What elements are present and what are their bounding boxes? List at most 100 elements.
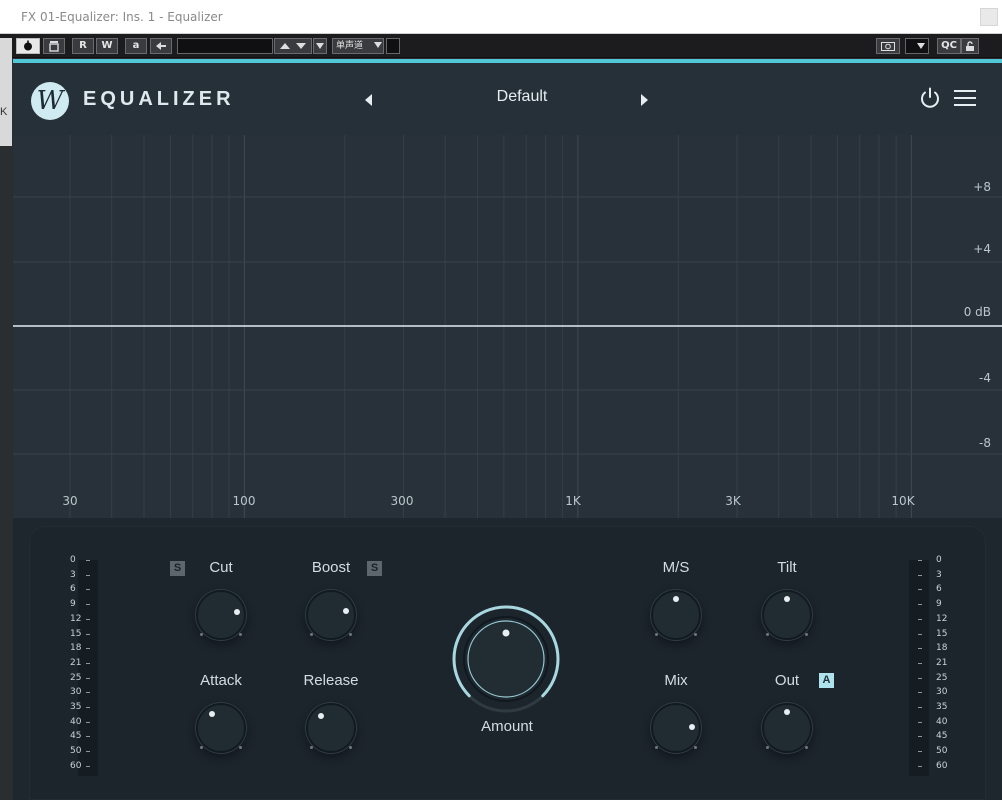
preset-up-down-icon[interactable] [274, 38, 312, 54]
left-window-edge: K [0, 38, 12, 146]
knob-range-tick [348, 745, 352, 749]
eq-graph[interactable]: +8 +4 0 dB -4 -8 30 100 300 1K 3K 10K [13, 135, 1002, 518]
meter-scale-label: 0 [936, 555, 942, 565]
meter-scale-tick [918, 648, 922, 650]
db-label-0: 0 dB [964, 305, 991, 319]
meter-scale-label: 6 [70, 584, 76, 595]
write-automation-button[interactable]: W [96, 38, 118, 54]
hamburger-menu-icon[interactable] [954, 88, 976, 108]
meter-scale-tick [86, 736, 90, 738]
meter-scale-tick [86, 604, 90, 606]
meter-scale-tick [918, 604, 922, 606]
meter-scale-tick [918, 589, 922, 591]
meter-scale-tick [86, 721, 90, 723]
db-label-plus8: +8 [973, 180, 991, 194]
camera-icon[interactable] [876, 38, 900, 54]
mix-knob[interactable] [651, 703, 701, 753]
knob-range-tick [238, 745, 242, 749]
knob-range-tick [693, 632, 697, 636]
knob-range-tick [804, 745, 808, 749]
freq-label-300: 300 [391, 494, 414, 508]
boost-solo-button[interactable]: S [367, 561, 382, 576]
meter-scale-label: 3 [70, 569, 76, 580]
meter-scale-tick [86, 677, 90, 679]
meter-scale-label: 18 [936, 643, 948, 654]
meter-scale-tick [86, 589, 90, 591]
out-knob-indicator [784, 709, 790, 715]
read-automation-button[interactable]: R [72, 38, 94, 54]
auto-button[interactable]: a [125, 38, 147, 54]
window-titlebar: FX 01-Equalizer: Ins. 1 - Equalizer [0, 0, 1002, 34]
meter-scale-label: 12 [70, 613, 82, 624]
power-icon[interactable] [918, 86, 942, 110]
meter-scale-tick [86, 560, 90, 561]
meter-scale-label: 50 [70, 746, 82, 757]
release-knob[interactable] [306, 703, 356, 753]
freq-label-3k: 3K [725, 494, 742, 508]
meter-scale-label: 6 [936, 584, 942, 595]
host-menu-dropdown[interactable] [905, 38, 929, 54]
attack-label: Attack [200, 672, 242, 689]
channel-extra-field[interactable] [386, 38, 400, 54]
preset-name[interactable]: Default [477, 88, 567, 106]
db-label-minus4: -4 [979, 371, 991, 385]
meter-scale-label: 0 [70, 555, 76, 565]
window-title: FX 01-Equalizer: Ins. 1 - Equalizer [21, 10, 223, 24]
attack-knob-indicator [209, 711, 216, 718]
knob-range-tick [693, 745, 697, 749]
meter-scale-tick [918, 560, 922, 561]
db-label-plus4: +4 [973, 242, 991, 256]
deactivate-icon[interactable] [43, 38, 65, 54]
meter-scale-label: 12 [936, 613, 948, 624]
cut-knob[interactable] [196, 590, 246, 640]
attack-knob[interactable] [196, 703, 246, 753]
meter-scale-tick [86, 618, 90, 620]
close-window-button[interactable] [980, 8, 998, 26]
equalizer-plugin: W EQUALIZER Default +8 +4 0 dB -4 -8 30 … [13, 59, 1002, 800]
bypass-power-icon[interactable] [16, 38, 40, 54]
meter-scale-label: 35 [70, 702, 82, 712]
meter-scale-tick [86, 574, 90, 576]
meter-scale-label: 40 [936, 716, 948, 727]
preset-next-icon[interactable] [641, 94, 648, 106]
meter-scale-label: 21 [70, 657, 82, 668]
meter-scale-label: 15 [70, 628, 82, 639]
amount-label: Amount [481, 718, 533, 735]
meter-scale-tick [918, 707, 922, 708]
mix-knob-indicator [688, 723, 695, 730]
ms-knob-indicator [673, 596, 679, 602]
knob-range-tick [238, 632, 242, 636]
meter-scale-label: 15 [936, 628, 948, 639]
left-edge-glyph: K [0, 106, 8, 118]
freq-label-10k: 10K [891, 494, 915, 508]
ms-knob[interactable] [651, 590, 701, 640]
sidechain-arrow-icon[interactable] [150, 38, 172, 54]
brand-logo: W [31, 82, 69, 120]
meter-scale-label: 9 [70, 599, 76, 610]
out-auto-button[interactable]: A [819, 673, 834, 688]
link-lock-icon[interactable] [961, 38, 979, 54]
meter-scale-label: 45 [70, 731, 82, 742]
meter-scale-tick [86, 751, 90, 753]
boost-knob[interactable] [306, 590, 356, 640]
tilt-label: Tilt [777, 559, 797, 576]
tilt-knob[interactable] [762, 590, 812, 640]
preset-dropdown-icon[interactable] [313, 38, 327, 54]
meter-scale-tick [918, 633, 922, 635]
knob-range-tick [804, 632, 808, 636]
meter-scale-label: 50 [936, 746, 948, 757]
qc-button[interactable]: QC [937, 38, 961, 54]
release-knob-indicator [317, 712, 324, 719]
channel-dropdown-icon[interactable] [371, 38, 385, 54]
preset-prev-icon[interactable] [365, 94, 372, 106]
amount-knob[interactable] [450, 603, 562, 715]
meter-scale-tick [918, 662, 922, 664]
meter-scale-tick [86, 648, 90, 650]
amount-knob-indicator [502, 629, 510, 637]
out-knob[interactable] [762, 703, 812, 753]
preset-field[interactable] [177, 38, 273, 54]
meter-scale-label: 30 [936, 687, 948, 698]
meter-scale-label: 3 [936, 569, 942, 580]
meter-scale-tick [86, 633, 90, 635]
meter-scale-label: 25 [936, 672, 948, 683]
